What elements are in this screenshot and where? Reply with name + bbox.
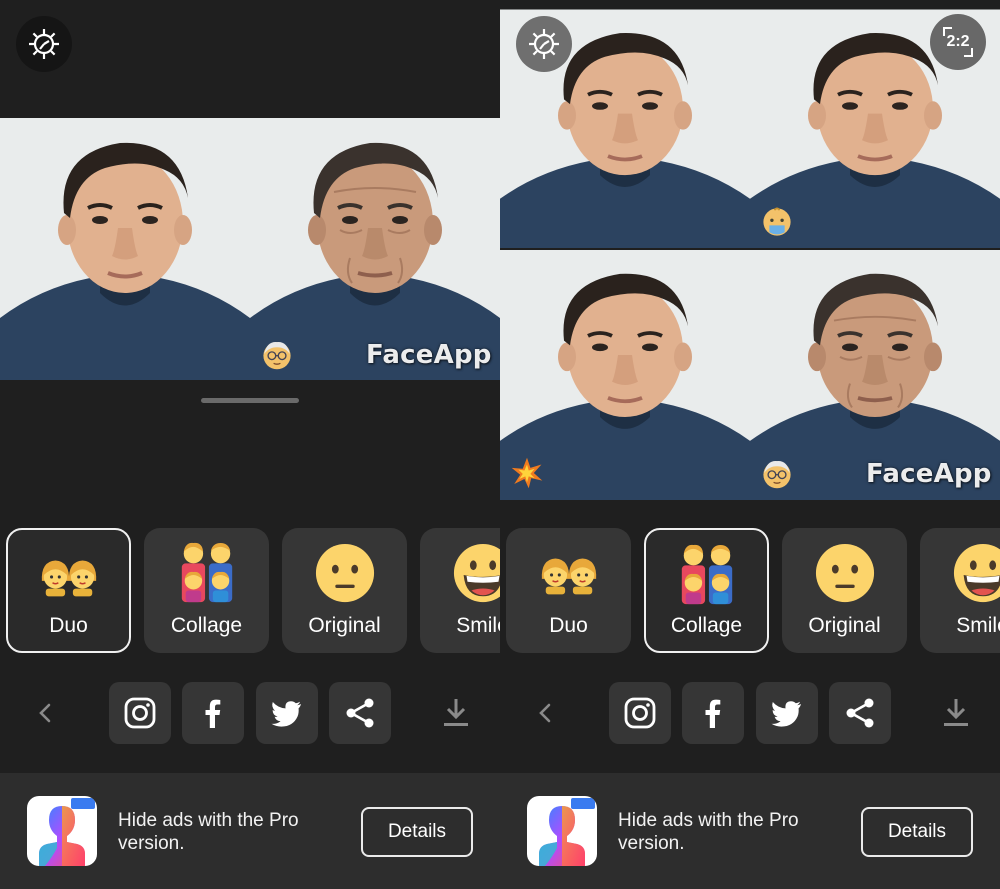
download-icon[interactable] bbox=[940, 696, 972, 730]
share-icon bbox=[346, 698, 374, 728]
share-icon bbox=[846, 698, 874, 728]
faceapp-watermark: FaceApp bbox=[366, 340, 492, 370]
ad-banner: Hide ads with the Pro version. Details bbox=[500, 773, 1000, 889]
baby-emoji-icon bbox=[760, 205, 794, 239]
corner-icon bbox=[943, 27, 952, 36]
share-row bbox=[0, 682, 500, 744]
twitter-icon bbox=[771, 701, 801, 727]
old-man-emoji-icon bbox=[760, 456, 794, 490]
filter-collage[interactable]: Collage bbox=[644, 528, 769, 653]
facebook-button[interactable] bbox=[682, 682, 744, 744]
facebook-icon bbox=[205, 699, 221, 728]
old-man-emoji-icon bbox=[260, 337, 294, 371]
filter-label: Original bbox=[808, 614, 881, 637]
filter-duo[interactable]: Duo bbox=[506, 528, 631, 653]
filter-original[interactable]: Original bbox=[782, 528, 907, 653]
aspect-ratio-button[interactable]: 2:2 bbox=[930, 14, 986, 70]
download-icon[interactable] bbox=[440, 696, 472, 730]
drag-handle[interactable] bbox=[201, 398, 299, 403]
family-icon bbox=[176, 542, 238, 604]
corner-icon bbox=[964, 48, 973, 57]
left-screen: FaceApp Duo Collage Original Smile bbox=[0, 0, 500, 889]
chevron-left-icon[interactable] bbox=[530, 698, 560, 728]
filter-smile[interactable]: Smile bbox=[420, 528, 500, 653]
instagram-button[interactable] bbox=[109, 682, 171, 744]
two-faces-icon bbox=[38, 544, 100, 606]
details-button[interactable]: Details bbox=[361, 807, 473, 857]
gear-icon bbox=[29, 29, 59, 59]
filter-original[interactable]: Original bbox=[282, 528, 407, 653]
instagram-icon bbox=[124, 697, 156, 729]
filter-label: Smile bbox=[456, 614, 500, 637]
filter-bar: Duo Collage Original Smile bbox=[6, 528, 500, 654]
twitter-button[interactable] bbox=[256, 682, 318, 744]
instagram-icon bbox=[624, 697, 656, 729]
chevron-left-icon[interactable] bbox=[30, 698, 60, 728]
right-screen: FaceApp 2:2 Duo Collage Original Smil Hi… bbox=[500, 0, 1000, 889]
share-row bbox=[500, 682, 1000, 744]
ad-text: Hide ads with the Pro version. bbox=[118, 810, 299, 854]
neutral-face-icon bbox=[314, 542, 376, 604]
facebook-icon bbox=[705, 699, 721, 728]
filter-label: Duo bbox=[49, 614, 88, 637]
facebook-button[interactable] bbox=[182, 682, 244, 744]
filter-smile[interactable]: Smile bbox=[920, 528, 1000, 653]
share-button[interactable] bbox=[329, 682, 391, 744]
settings-button[interactable] bbox=[516, 16, 572, 72]
gear-icon bbox=[529, 29, 559, 59]
original-photo bbox=[0, 118, 250, 380]
faceapp-watermark: FaceApp bbox=[866, 459, 992, 489]
family-icon bbox=[676, 544, 738, 606]
twitter-icon bbox=[271, 701, 301, 727]
filter-collage[interactable]: Collage bbox=[144, 528, 269, 653]
two-faces-icon bbox=[538, 542, 600, 604]
instagram-button[interactable] bbox=[609, 682, 671, 744]
faceapp-pro-logo-icon bbox=[27, 796, 97, 866]
twitter-button[interactable] bbox=[756, 682, 818, 744]
filter-duo[interactable]: Duo bbox=[6, 528, 131, 653]
settings-button[interactable] bbox=[16, 16, 72, 72]
filter-label: Duo bbox=[549, 614, 588, 637]
neutral-face-icon bbox=[814, 542, 876, 604]
share-button[interactable] bbox=[829, 682, 891, 744]
grinning-face-icon bbox=[452, 542, 501, 604]
ad-banner: Hide ads with the Pro version. Details bbox=[0, 773, 500, 889]
filter-label: Original bbox=[308, 614, 381, 637]
faceapp-pro-logo-icon bbox=[527, 796, 597, 866]
details-button[interactable]: Details bbox=[861, 807, 973, 857]
filter-bar: Duo Collage Original Smile bbox=[506, 528, 1000, 654]
filter-label: Smile bbox=[956, 614, 1000, 637]
filter-label: Collage bbox=[170, 614, 243, 637]
grinning-face-icon bbox=[952, 542, 1000, 604]
collision-emoji-icon bbox=[510, 456, 544, 490]
filter-label: Collage bbox=[670, 614, 743, 637]
ad-text: Hide ads with the Pro version. bbox=[618, 810, 799, 854]
